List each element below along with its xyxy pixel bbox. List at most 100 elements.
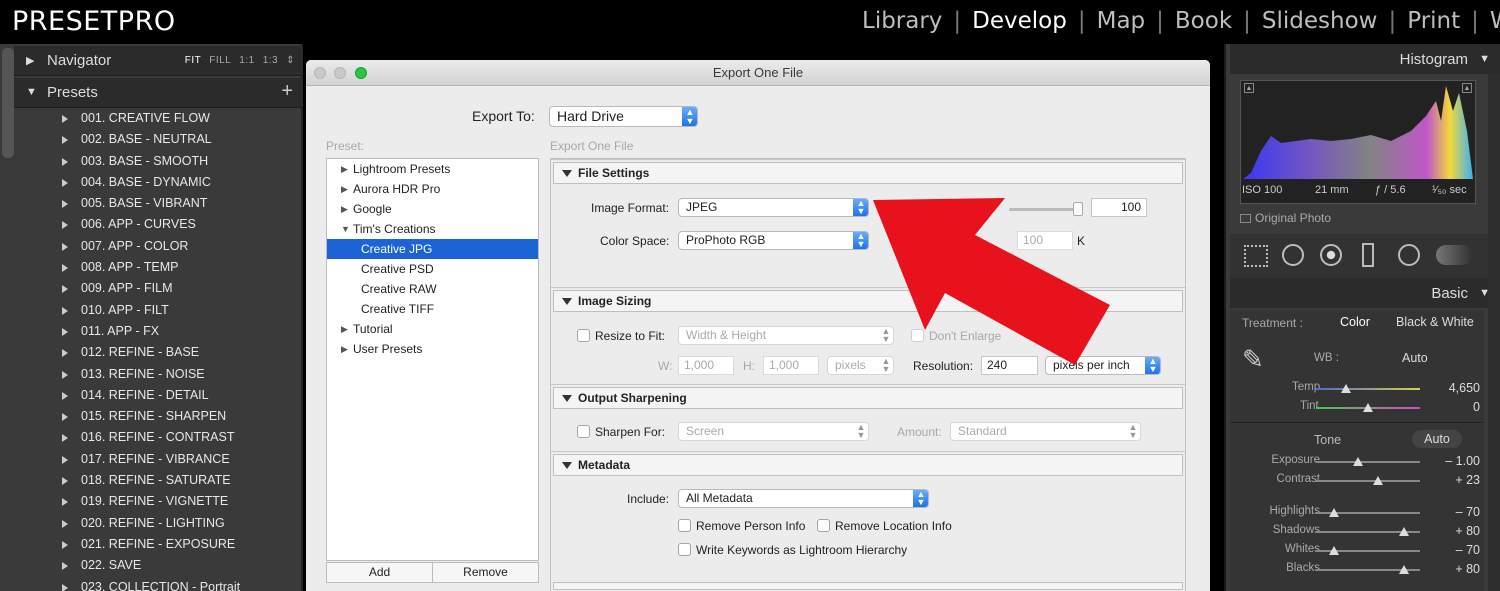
file-settings-header[interactable]: File Settings bbox=[553, 162, 1183, 184]
amount-dropdown[interactable]: Standard ▲ ▼ bbox=[950, 422, 1141, 441]
temp-slider[interactable] bbox=[1316, 388, 1420, 390]
zoom-stepper-icon[interactable]: ⇕ bbox=[286, 55, 295, 66]
highlight-clipping-icon[interactable]: ▲ bbox=[1462, 83, 1472, 93]
tone-auto-button[interactable]: Auto bbox=[1412, 430, 1462, 448]
preset-item[interactable]: 015. REFINE - SHARPEN bbox=[48, 406, 300, 427]
right-panel-scrollbar[interactable] bbox=[1488, 74, 1500, 591]
height-field[interactable]: 1,000 bbox=[763, 356, 819, 375]
wb-dropdown[interactable]: Auto bbox=[1402, 351, 1428, 365]
export-to-dropdown[interactable]: Hard Drive ▲ ▼ bbox=[549, 106, 698, 127]
tree-item-creative-tiff[interactable]: Creative TIFF bbox=[327, 299, 538, 319]
preset-item[interactable]: 017. REFINE - VIBRANCE bbox=[48, 449, 300, 470]
contrast-slider-knob[interactable] bbox=[1373, 476, 1383, 485]
resize-mode-dropdown[interactable]: Width & Height ▲ ▼ bbox=[678, 326, 894, 345]
module-library[interactable]: Library bbox=[862, 8, 942, 34]
module-print[interactable]: Print bbox=[1407, 8, 1460, 34]
zoom-1-3[interactable]: 1:3 bbox=[263, 55, 278, 66]
module-book[interactable]: Book bbox=[1175, 8, 1232, 34]
add-preset-icon[interactable]: + bbox=[281, 80, 293, 103]
navigator-header[interactable]: ▶ Navigator FIT FILL 1:1 1:3 ⇕ bbox=[14, 46, 303, 76]
preset-item[interactable]: 018. REFINE - SATURATE bbox=[48, 470, 300, 491]
add-preset-button[interactable]: Add bbox=[327, 563, 433, 582]
sharpen-for-dropdown[interactable]: Screen ▲ ▼ bbox=[678, 422, 869, 441]
module-web[interactable]: Web bbox=[1490, 8, 1500, 34]
remove-preset-button[interactable]: Remove bbox=[433, 563, 538, 582]
preset-item[interactable]: 016. REFINE - CONTRAST bbox=[48, 427, 300, 448]
shadows-value[interactable]: + 80 bbox=[1455, 524, 1480, 538]
basic-panel-header[interactable]: Basic ▼ bbox=[1230, 278, 1500, 308]
checkbox-icon[interactable] bbox=[1240, 214, 1251, 223]
tree-folder-tutorial[interactable]: ▶ Tutorial bbox=[327, 319, 538, 339]
blacks-value[interactable]: + 80 bbox=[1455, 562, 1480, 576]
whites-slider-knob[interactable] bbox=[1329, 546, 1339, 555]
preset-item[interactable]: 022. SAVE bbox=[48, 555, 300, 576]
radial-filter-icon[interactable] bbox=[1398, 244, 1420, 266]
include-metadata-dropdown[interactable]: All Metadata ▲ ▼ bbox=[678, 489, 929, 508]
tint-slider-knob[interactable] bbox=[1363, 403, 1373, 412]
preset-item[interactable]: 002. BASE - NEUTRAL bbox=[48, 129, 300, 150]
output-sharpening-header[interactable]: Output Sharpening bbox=[553, 387, 1183, 409]
contrast-slider[interactable] bbox=[1316, 480, 1420, 482]
preset-item[interactable]: 003. BASE - SMOOTH bbox=[48, 151, 300, 172]
write-keywords-checkbox[interactable] bbox=[678, 543, 691, 556]
zoom-1-1[interactable]: 1:1 bbox=[239, 55, 254, 66]
metadata-header[interactable]: Metadata bbox=[553, 454, 1183, 476]
module-map[interactable]: Map bbox=[1097, 8, 1146, 34]
preset-item[interactable]: 013. REFINE - NOISE bbox=[48, 364, 300, 385]
zoom-window-button[interactable] bbox=[355, 67, 367, 79]
tree-folder-tims-creations[interactable]: ▼ Tim's Creations bbox=[327, 219, 538, 239]
image-format-dropdown[interactable]: JPEG ▲ ▼ bbox=[678, 198, 869, 217]
preset-item[interactable]: 014. REFINE - DETAIL bbox=[48, 385, 300, 406]
preset-item[interactable]: 007. APP - COLOR bbox=[48, 236, 300, 257]
highlights-slider-knob[interactable] bbox=[1329, 508, 1339, 517]
preset-item[interactable]: 010. APP - FILT bbox=[48, 300, 300, 321]
preset-item[interactable]: 011. APP - FX bbox=[48, 321, 300, 342]
treatment-color-button[interactable]: Color bbox=[1340, 315, 1370, 329]
treatment-bw-button[interactable]: Black & White bbox=[1396, 315, 1474, 329]
original-photo-toggle[interactable]: Original Photo bbox=[1240, 211, 1331, 225]
tint-value[interactable]: 0 bbox=[1473, 400, 1480, 414]
module-slideshow[interactable]: Slideshow bbox=[1262, 8, 1378, 34]
preset-item[interactable]: 008. APP - TEMP bbox=[48, 257, 300, 278]
remove-person-info-checkbox[interactable] bbox=[678, 519, 691, 532]
presets-header[interactable]: ▼ Presets + bbox=[14, 78, 303, 108]
preset-item[interactable]: 020. REFINE - LIGHTING bbox=[48, 513, 300, 534]
preset-item[interactable]: 006. APP - CURVES bbox=[48, 214, 300, 235]
preset-item[interactable]: 004. BASE - DYNAMIC bbox=[48, 172, 300, 193]
tree-item-creative-jpg[interactable]: Creative JPG bbox=[327, 239, 538, 259]
blacks-slider-knob[interactable] bbox=[1399, 565, 1409, 574]
remove-location-info-checkbox[interactable] bbox=[817, 519, 830, 532]
module-develop[interactable]: Develop bbox=[972, 8, 1067, 34]
sharpen-for-checkbox[interactable] bbox=[577, 425, 590, 438]
preset-item[interactable]: 019. REFINE - VIGNETTE bbox=[48, 491, 300, 512]
resize-to-fit-checkbox[interactable] bbox=[577, 329, 590, 342]
preset-item[interactable]: 021. REFINE - EXPOSURE bbox=[48, 534, 300, 555]
next-section-header[interactable] bbox=[553, 582, 1183, 590]
crop-tool-icon[interactable] bbox=[1244, 245, 1268, 267]
eyedropper-icon[interactable]: ✎ bbox=[1242, 344, 1272, 380]
tree-folder-lightroom-presets[interactable]: ▶ Lightroom Presets bbox=[327, 159, 538, 179]
zoom-fit[interactable]: FIT bbox=[185, 55, 202, 66]
width-field[interactable]: 1,000 bbox=[678, 356, 734, 375]
whites-value[interactable]: – 70 bbox=[1456, 543, 1480, 557]
preset-item[interactable]: 023. COLLECTION - Portrait bbox=[48, 577, 300, 591]
tree-item-creative-psd[interactable]: Creative PSD bbox=[327, 259, 538, 279]
preset-item[interactable]: 005. BASE - VIBRANT bbox=[48, 193, 300, 214]
close-window-button[interactable] bbox=[314, 67, 326, 79]
temp-slider-knob[interactable] bbox=[1341, 384, 1351, 393]
exposure-value[interactable]: – 1.00 bbox=[1445, 454, 1480, 468]
tree-folder-aurora-hdr-pro[interactable]: ▶ Aurora HDR Pro bbox=[327, 179, 538, 199]
preset-item[interactable]: 001. CREATIVE FLOW bbox=[48, 108, 300, 129]
zoom-fill[interactable]: FILL bbox=[209, 55, 231, 66]
temp-value[interactable]: 4,650 bbox=[1449, 381, 1480, 395]
shadow-clipping-icon[interactable]: ▲ bbox=[1244, 83, 1254, 93]
spot-removal-icon[interactable] bbox=[1282, 244, 1304, 266]
graduated-filter-icon[interactable] bbox=[1362, 243, 1374, 267]
adjustment-brush-icon[interactable] bbox=[1436, 245, 1472, 265]
left-panel-scrollbar[interactable] bbox=[2, 48, 14, 158]
exposure-slider-knob[interactable] bbox=[1353, 457, 1363, 466]
preset-item[interactable]: 012. REFINE - BASE bbox=[48, 342, 300, 363]
preset-item[interactable]: 009. APP - FILM bbox=[48, 278, 300, 299]
tree-folder-user-presets[interactable]: ▶ User Presets bbox=[327, 339, 538, 359]
red-eye-icon[interactable] bbox=[1320, 244, 1342, 266]
